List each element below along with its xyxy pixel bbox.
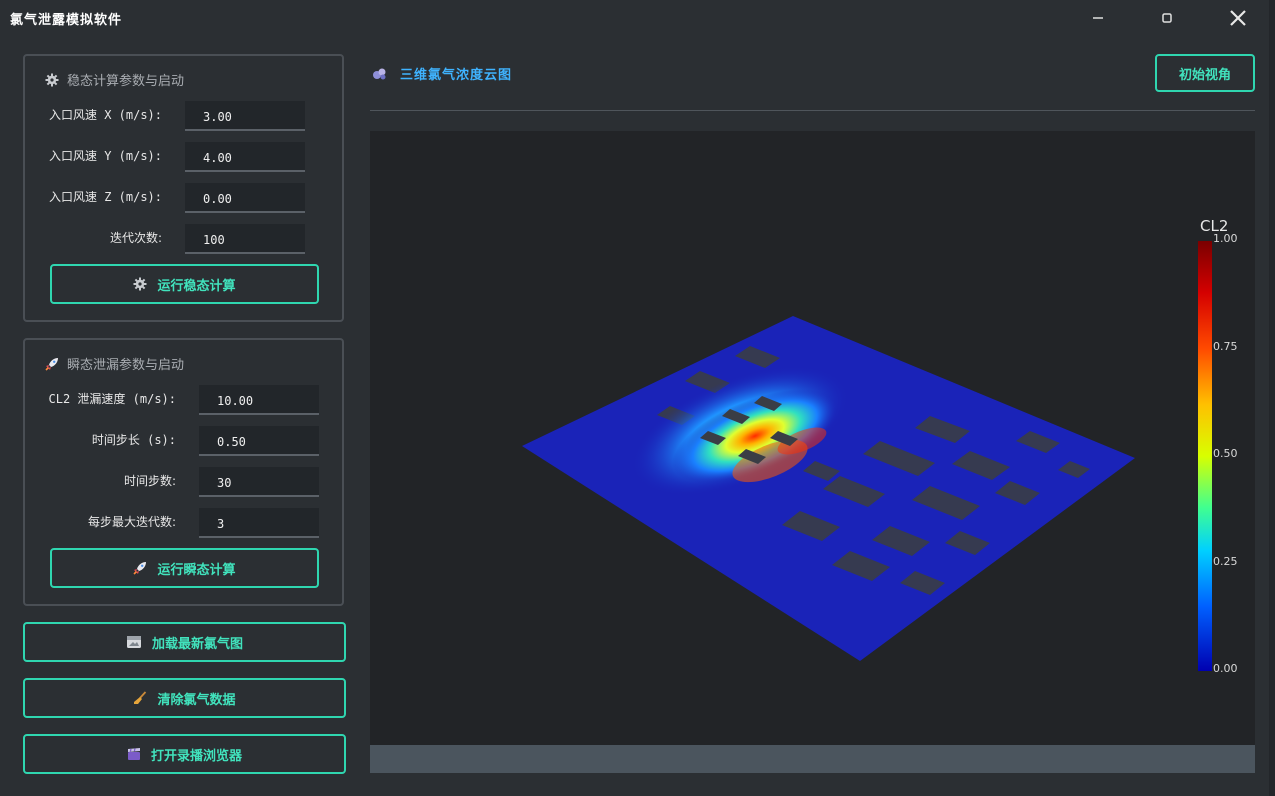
window-edge: [1269, 0, 1275, 796]
title-bar: 氯气泄露模拟软件: [0, 0, 1275, 36]
inlet-wind-y-label: 入口风速 Y (m/s):: [48, 149, 162, 163]
max-iter-per-step-input[interactable]: 3: [199, 508, 319, 538]
clear-data-label: 清除氯气数据: [157, 692, 236, 708]
time-step-label: 时间步长 (s):: [91, 433, 176, 447]
colorbar-tick-max: 1.00: [1213, 232, 1238, 245]
max-iter-per-step-label: 每步最大迭代数:: [87, 515, 176, 529]
run-steady-label: 运行稳态计算: [157, 278, 236, 294]
colorbar-tick-050: 0.50: [1213, 447, 1238, 460]
broom-icon: [134, 691, 147, 704]
cl2-leak-speed-input[interactable]: 10.00: [199, 385, 319, 415]
load-latest-label: 加载最新氯气图: [151, 636, 243, 652]
open-recording-button[interactable]: 打开录播浏览器: [23, 734, 346, 774]
viewer-status-bar: [370, 745, 1255, 773]
steady-group-title: 稳态计算参数与启动: [45, 70, 184, 89]
open-recording-label: 打开录播浏览器: [150, 748, 242, 764]
concentration-cloud-render: [522, 316, 1135, 661]
inlet-wind-y-input[interactable]: 4.00: [185, 142, 305, 172]
3d-viewport[interactable]: CL2 1.00 0.75 0.50 0.25 0.00: [370, 131, 1255, 745]
minimize-button[interactable]: [1078, 6, 1118, 30]
time-steps-input[interactable]: 30: [199, 467, 319, 497]
close-button[interactable]: [1218, 6, 1258, 30]
inlet-wind-x-input[interactable]: 3.00: [185, 101, 305, 131]
close-icon: [1230, 10, 1246, 26]
reset-view-button[interactable]: 初始视角: [1155, 54, 1255, 92]
rocket-icon: [133, 562, 147, 575]
inlet-wind-z-label: 入口风速 Z (m/s):: [48, 190, 162, 204]
maximize-icon: [1162, 13, 1172, 23]
steady-params-group: 稳态计算参数与启动 入口风速 X (m/s): 3.00 入口风速 Y (m/s…: [23, 54, 344, 322]
steady-group-title-text: 稳态计算参数与启动: [67, 74, 185, 89]
inlet-wind-z-input[interactable]: 0.00: [185, 183, 305, 213]
header-divider: [370, 110, 1255, 111]
clapperboard-icon: [127, 748, 140, 760]
clear-data-button[interactable]: 清除氯气数据: [23, 678, 346, 718]
iterations-input[interactable]: 100: [185, 224, 305, 254]
colorbar: [1198, 241, 1212, 671]
viewer-title: 三维氯气浓度云图: [372, 64, 512, 83]
transient-params-group: 瞬态泄漏参数与启动 CL2 泄漏速度 (m/s): 10.00 时间步长 (s)…: [23, 338, 344, 606]
transient-group-title: 瞬态泄漏参数与启动: [45, 354, 184, 373]
gear-icon: [45, 73, 59, 86]
cl2-leak-speed-label: CL2 泄漏速度 (m/s):: [48, 392, 176, 406]
colorbar-tick-min: 0.00: [1213, 662, 1238, 675]
colorbar-tick-025: 0.25: [1213, 555, 1238, 568]
time-step-input[interactable]: 0.50: [199, 426, 319, 456]
maximize-button[interactable]: [1147, 6, 1187, 30]
run-transient-button[interactable]: 运行瞬态计算: [50, 548, 319, 588]
molecule-icon: [373, 68, 386, 79]
inlet-wind-x-label: 入口风速 X (m/s):: [48, 108, 162, 122]
load-latest-button[interactable]: 加载最新氯气图: [23, 622, 346, 662]
gear-icon: [133, 277, 147, 291]
iterations-label: 迭代次数:: [109, 231, 162, 245]
transient-group-title-text: 瞬态泄漏参数与启动: [67, 358, 185, 373]
run-transient-label: 运行瞬态计算: [157, 562, 236, 578]
image-icon: [126, 636, 141, 648]
minimize-icon: [1093, 17, 1103, 19]
time-steps-label: 时间步数:: [123, 474, 176, 488]
rocket-icon: [45, 357, 58, 371]
viewer-title-text: 三维氯气浓度云图: [400, 68, 513, 83]
colorbar-tick-075: 0.75: [1213, 340, 1238, 353]
app-title: 氯气泄露模拟软件: [10, 13, 123, 28]
run-steady-button[interactable]: 运行稳态计算: [50, 264, 319, 304]
